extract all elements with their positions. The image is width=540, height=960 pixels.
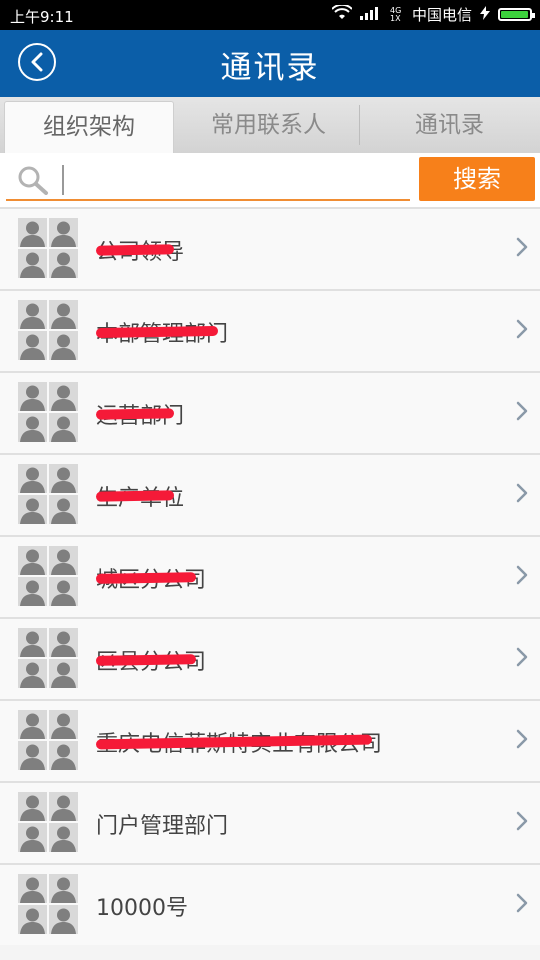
chevron-right-icon bbox=[516, 565, 528, 585]
chevron-right-icon bbox=[516, 483, 528, 503]
list-item[interactable]: 10000号 bbox=[0, 863, 540, 945]
tab-org-structure[interactable]: 组织架构 bbox=[4, 101, 174, 153]
status-time: 上午9:11 bbox=[10, 8, 74, 26]
tab-address-book[interactable]: 通讯录 bbox=[359, 97, 540, 153]
tab-frequent-contacts[interactable]: 常用联系人 bbox=[178, 97, 359, 153]
group-avatar-icon bbox=[18, 546, 78, 606]
group-avatar-icon bbox=[18, 710, 78, 770]
page-title: 通讯录 bbox=[220, 50, 320, 86]
search-button[interactable]: 搜索 bbox=[419, 157, 535, 201]
chevron-right-icon bbox=[516, 729, 528, 749]
org-list: 公司领导 本部管理部门 运营部门 生产单位 城区分公司 bbox=[0, 207, 540, 945]
group-avatar-icon bbox=[18, 874, 78, 934]
chevron-right-icon bbox=[516, 319, 528, 339]
redaction-mark bbox=[95, 244, 175, 256]
list-item[interactable]: 门户管理部门 bbox=[0, 781, 540, 863]
redaction-mark bbox=[95, 408, 175, 420]
list-item[interactable]: 城区分公司 bbox=[0, 535, 540, 617]
list-item[interactable]: 重庆电信菲斯特实业有限公司 bbox=[0, 699, 540, 781]
list-item-label: 门户管理部门 bbox=[96, 814, 229, 839]
carrier-name: 中国电信 bbox=[411, 6, 472, 24]
search-input[interactable] bbox=[68, 163, 402, 197]
network-type: 4G 1X bbox=[389, 5, 402, 23]
text-cursor bbox=[62, 165, 64, 195]
signal-icon bbox=[359, 6, 382, 24]
list-item[interactable]: 运营部门 bbox=[0, 371, 540, 453]
list-item[interactable]: 本部管理部门 bbox=[0, 289, 540, 371]
chevron-right-icon bbox=[516, 811, 528, 831]
search-icon bbox=[18, 166, 48, 195]
group-avatar-icon bbox=[18, 464, 78, 524]
charging-icon bbox=[480, 5, 490, 24]
list-item[interactable]: 生产单位 bbox=[0, 453, 540, 535]
chevron-right-icon bbox=[516, 401, 528, 421]
chevron-right-icon bbox=[516, 647, 528, 667]
redaction-mark bbox=[95, 325, 219, 339]
group-avatar-icon bbox=[18, 382, 78, 442]
chevron-right-icon bbox=[516, 237, 528, 257]
search-bar: 搜索 bbox=[0, 153, 540, 207]
group-avatar-icon bbox=[18, 628, 78, 688]
list-item-label: 10000号 bbox=[96, 896, 188, 921]
group-avatar-icon bbox=[18, 218, 78, 278]
tab-bar: 组织架构 常用联系人 通讯录 bbox=[0, 97, 540, 153]
chevron-right-icon bbox=[516, 893, 528, 913]
status-bar: 上午9:11 4G 1X 中国电信 bbox=[0, 0, 540, 30]
search-field-container bbox=[6, 159, 410, 201]
group-avatar-icon bbox=[18, 300, 78, 360]
list-item[interactable]: 区县分公司 bbox=[0, 617, 540, 699]
group-avatar-icon bbox=[18, 792, 78, 852]
redaction-mark bbox=[95, 654, 197, 666]
redaction-mark bbox=[95, 490, 175, 502]
list-item[interactable]: 公司领导 bbox=[0, 207, 540, 289]
app-header: 通讯录 bbox=[0, 30, 540, 97]
battery-icon bbox=[498, 8, 535, 21]
redaction-mark bbox=[95, 572, 197, 584]
wifi-icon bbox=[331, 3, 353, 25]
